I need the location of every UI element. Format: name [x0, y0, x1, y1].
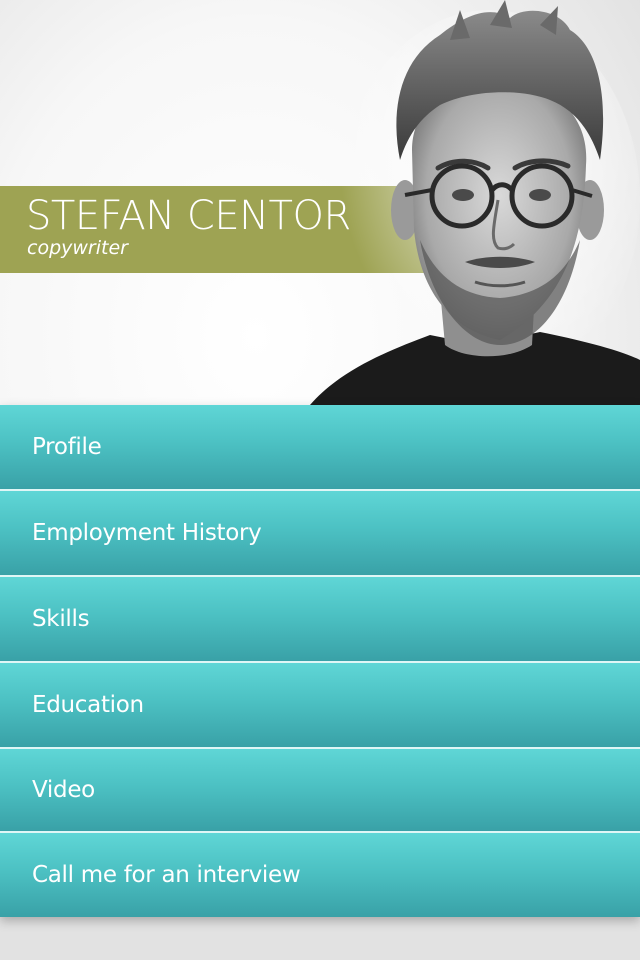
menu-item-label: Profile	[32, 434, 102, 460]
menu-item-employment-history[interactable]: Employment History	[0, 491, 640, 577]
menu-item-label: Call me for an interview	[32, 862, 301, 888]
menu-item-skills[interactable]: Skills	[0, 577, 640, 663]
menu-item-label: Video	[32, 777, 95, 803]
profile-header: STEFAN CENTOR copywriter	[0, 0, 640, 405]
profile-photo	[310, 0, 640, 405]
menu-item-label: Education	[32, 692, 144, 718]
menu-item-call-for-interview[interactable]: Call me for an interview	[0, 833, 640, 917]
menu-item-video[interactable]: Video	[0, 749, 640, 833]
profile-name: STEFAN CENTOR	[26, 193, 351, 239]
menu-item-education[interactable]: Education	[0, 663, 640, 749]
profile-role: copywriter	[27, 237, 128, 259]
menu-item-label: Skills	[32, 606, 90, 632]
menu-item-profile[interactable]: Profile	[0, 405, 640, 491]
menu-item-label: Employment History	[32, 520, 262, 546]
main-menu: Profile Employment History Skills Educat…	[0, 405, 640, 917]
